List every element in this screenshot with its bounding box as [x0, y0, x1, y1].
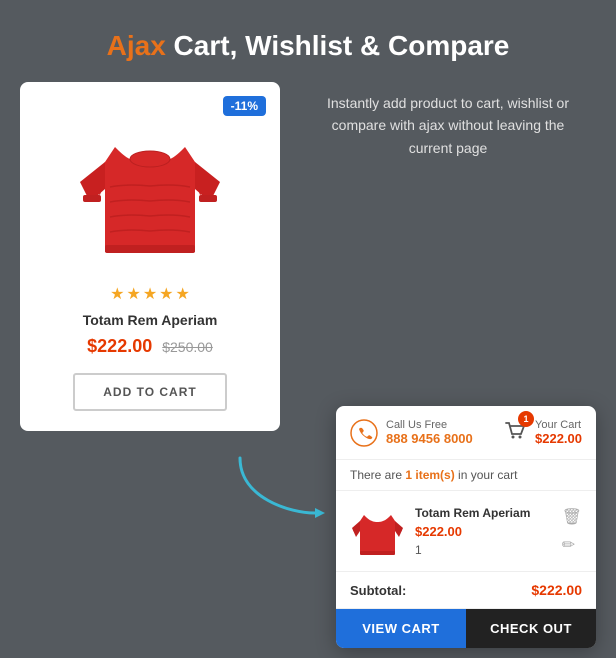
- product-image: [75, 107, 225, 267]
- description-text: Instantly add product to cart, wishlist …: [300, 92, 596, 159]
- subtotal-label: Subtotal:: [350, 583, 406, 598]
- cart-item-name: Totam Rem Aperiam: [415, 506, 552, 520]
- cart-badge: 1: [518, 411, 534, 427]
- cart-item-price: $222.00: [415, 524, 552, 539]
- notice-suffix: in your cart: [455, 468, 518, 482]
- view-cart-button[interactable]: VIEW CART: [336, 609, 466, 648]
- edit-icon[interactable]: ✏: [562, 535, 582, 555]
- price-original: $250.00: [162, 339, 213, 355]
- cart-item-row: Totam Rem Aperiam $222.00 1 🗑 ✏: [336, 491, 596, 572]
- phone-icon: [350, 419, 378, 447]
- cart-item-image: [350, 501, 405, 561]
- page-title: Ajax Cart, Wishlist & Compare: [0, 0, 616, 82]
- cart-item-thumb: [350, 501, 405, 561]
- curved-arrow: [230, 448, 330, 528]
- notice-prefix: There are: [350, 468, 405, 482]
- subtotal-amount: $222.00: [531, 582, 582, 598]
- cart-items-notice: There are 1 item(s) in your cart: [336, 460, 596, 491]
- cart-item-actions: 🗑 ✏: [562, 507, 582, 555]
- add-to-cart-button[interactable]: ADD TO CART: [73, 373, 226, 411]
- notice-count: 1 item(s): [405, 468, 454, 482]
- title-rest: Cart, Wishlist & Compare: [166, 30, 510, 61]
- call-label: Call Us Free: [386, 419, 473, 431]
- cart-popup: Call Us Free 888 9456 8000 1 Your Cart $…: [336, 406, 596, 648]
- cart-total: $222.00: [535, 431, 582, 446]
- cart-label: Your Cart: [535, 419, 582, 431]
- discount-badge: -11%: [223, 96, 266, 116]
- cart-section: 1 Your Cart $222.00: [501, 416, 582, 449]
- product-image-area: [70, 102, 230, 272]
- cart-item-qty: 1: [415, 543, 552, 557]
- product-name: Totam Rem Aperiam: [83, 312, 218, 328]
- call-number: 888 9456 8000: [386, 431, 473, 446]
- cart-icon-wrap: 1: [501, 416, 529, 449]
- right-side: Instantly add product to cart, wishlist …: [300, 82, 596, 189]
- call-info: Call Us Free 888 9456 8000: [386, 419, 473, 446]
- cart-item-details: Totam Rem Aperiam $222.00 1: [415, 506, 552, 557]
- cart-total-info: Your Cart $222.00: [535, 419, 582, 446]
- product-card: -11%: [20, 82, 280, 431]
- checkout-button[interactable]: CHECK OUT: [466, 609, 596, 648]
- price-row: $222.00 $250.00: [87, 336, 213, 357]
- subtotal-row: Subtotal: $222.00: [336, 572, 596, 609]
- cart-action-buttons: VIEW CART CHECK OUT: [336, 609, 596, 648]
- cart-popup-header: Call Us Free 888 9456 8000 1 Your Cart $…: [336, 406, 596, 460]
- call-section: Call Us Free 888 9456 8000: [350, 419, 473, 447]
- star-rating: ★ ★ ★ ★ ★: [110, 284, 190, 304]
- delete-icon[interactable]: 🗑: [562, 507, 582, 527]
- price-current: $222.00: [87, 336, 152, 357]
- ajax-word: Ajax: [107, 30, 166, 61]
